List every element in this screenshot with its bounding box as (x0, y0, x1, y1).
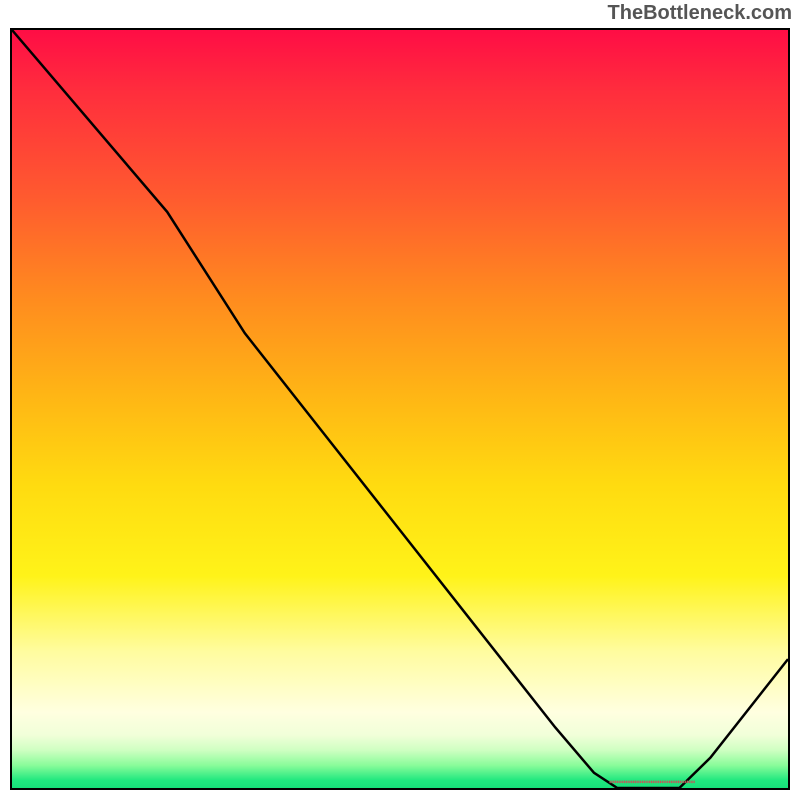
bottleneck-curve (12, 30, 788, 788)
chart-plot-area (12, 30, 788, 788)
watermark-text: TheBottleneck.com (608, 2, 792, 25)
chart-frame (10, 28, 790, 790)
